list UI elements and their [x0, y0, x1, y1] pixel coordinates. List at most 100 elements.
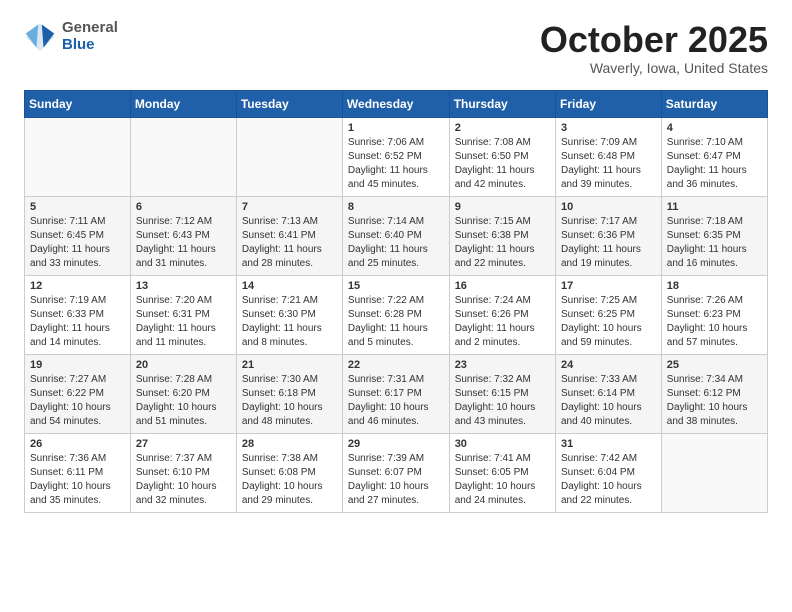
day-detail: Sunrise: 7:28 AM Sunset: 6:20 PM Dayligh…: [136, 373, 231, 429]
day-number: 2: [455, 122, 550, 134]
table-row: 8 Sunrise: 7:14 AM Sunset: 6:40 PM Daylig…: [342, 196, 449, 275]
day-detail: Sunrise: 7:30 AM Sunset: 6:18 PM Dayligh…: [242, 373, 337, 429]
table-row: 29 Sunrise: 7:39 AM Sunset: 6:07 PM Dayli…: [342, 433, 449, 512]
header-saturday: Saturday: [661, 90, 767, 117]
table-row: 2 Sunrise: 7:08 AM Sunset: 6:50 PM Daylig…: [449, 117, 555, 196]
table-row: 11 Sunrise: 7:18 AM Sunset: 6:35 PM Dayli…: [661, 196, 767, 275]
table-row: 19Sunrise: 7:27 AM Sunset: 6:22 PM Dayli…: [25, 354, 131, 433]
table-row: 22 Sunrise: 7:31 AM Sunset: 6:17 PM Dayli…: [342, 354, 449, 433]
day-number: 15: [348, 280, 444, 292]
day-detail: Sunrise: 7:06 AM Sunset: 6:52 PM Dayligh…: [348, 136, 444, 192]
table-row: 7 Sunrise: 7:13 AM Sunset: 6:41 PM Daylig…: [236, 196, 342, 275]
table-row: 28 Sunrise: 7:38 AM Sunset: 6:08 PM Dayli…: [236, 433, 342, 512]
calendar-week-row: 5 Sunrise: 7:11 AM Sunset: 6:45 PM Daylig…: [25, 196, 768, 275]
table-row: 25Sunrise: 7:34 AM Sunset: 6:12 PM Dayli…: [661, 354, 767, 433]
day-number: 6: [136, 201, 231, 213]
day-detail: Sunrise: 7:39 AM Sunset: 6:07 PM Dayligh…: [348, 452, 444, 508]
day-detail: Sunrise: 7:31 AM Sunset: 6:17 PM Dayligh…: [348, 373, 444, 429]
day-number: 28: [242, 438, 337, 450]
calendar-week-row: 19Sunrise: 7:27 AM Sunset: 6:22 PM Dayli…: [25, 354, 768, 433]
logo: General Blue: [24, 20, 118, 53]
table-row: 24 Sunrise: 7:33 AM Sunset: 6:14 PM Dayli…: [555, 354, 661, 433]
day-number: 5: [30, 201, 125, 213]
table-row: 23 Sunrise: 7:32 AM Sunset: 6:15 PM Dayli…: [449, 354, 555, 433]
day-detail: Sunrise: 7:20 AM Sunset: 6:31 PM Dayligh…: [136, 294, 231, 350]
header: General Blue October 2025 Waverly, Iowa,…: [24, 20, 768, 76]
day-number: 18: [667, 280, 762, 292]
day-number: 13: [136, 280, 231, 292]
logo-blue: Blue: [62, 37, 118, 54]
calendar-week-row: 26 Sunrise: 7:36 AM Sunset: 6:11 PM Dayli…: [25, 433, 768, 512]
day-number: 4: [667, 122, 762, 134]
table-row: 4 Sunrise: 7:10 AM Sunset: 6:47 PM Daylig…: [661, 117, 767, 196]
day-detail: Sunrise: 7:38 AM Sunset: 6:08 PM Dayligh…: [242, 452, 337, 508]
table-row: 30Sunrise: 7:41 AM Sunset: 6:05 PM Dayli…: [449, 433, 555, 512]
table-row: 13 Sunrise: 7:20 AM Sunset: 6:31 PM Dayli…: [130, 275, 236, 354]
table-row: 21 Sunrise: 7:30 AM Sunset: 6:18 PM Dayli…: [236, 354, 342, 433]
day-detail: Sunrise: 7:22 AM Sunset: 6:28 PM Dayligh…: [348, 294, 444, 350]
header-monday: Monday: [130, 90, 236, 117]
table-row: 20 Sunrise: 7:28 AM Sunset: 6:20 PM Dayli…: [130, 354, 236, 433]
day-number: 17: [561, 280, 656, 292]
table-row: 18Sunrise: 7:26 AM Sunset: 6:23 PM Dayli…: [661, 275, 767, 354]
day-detail: Sunrise: 7:12 AM Sunset: 6:43 PM Dayligh…: [136, 215, 231, 271]
day-number: 12: [30, 280, 125, 292]
day-number: 29: [348, 438, 444, 450]
header-sunday: Sunday: [25, 90, 131, 117]
day-detail: Sunrise: 7:11 AM Sunset: 6:45 PM Dayligh…: [30, 215, 125, 271]
day-number: 7: [242, 201, 337, 213]
day-detail: Sunrise: 7:14 AM Sunset: 6:40 PM Dayligh…: [348, 215, 444, 271]
day-number: 9: [455, 201, 550, 213]
day-detail: Sunrise: 7:42 AM Sunset: 6:04 PM Dayligh…: [561, 452, 656, 508]
month-title: October 2025: [540, 20, 768, 60]
day-detail: Sunrise: 7:13 AM Sunset: 6:41 PM Dayligh…: [242, 215, 337, 271]
calendar-table: Sunday Monday Tuesday Wednesday Thursday…: [24, 90, 768, 513]
day-number: 11: [667, 201, 762, 213]
table-row: 15 Sunrise: 7:22 AM Sunset: 6:28 PM Dayli…: [342, 275, 449, 354]
table-row: 6 Sunrise: 7:12 AM Sunset: 6:43 PM Daylig…: [130, 196, 236, 275]
day-number: 20: [136, 359, 231, 371]
table-row: [236, 117, 342, 196]
day-detail: Sunrise: 7:21 AM Sunset: 6:30 PM Dayligh…: [242, 294, 337, 350]
day-detail: Sunrise: 7:09 AM Sunset: 6:48 PM Dayligh…: [561, 136, 656, 192]
day-detail: Sunrise: 7:18 AM Sunset: 6:35 PM Dayligh…: [667, 215, 762, 271]
day-number: 1: [348, 122, 444, 134]
day-detail: Sunrise: 7:10 AM Sunset: 6:47 PM Dayligh…: [667, 136, 762, 192]
day-number: 22: [348, 359, 444, 371]
table-row: [661, 433, 767, 512]
day-detail: Sunrise: 7:37 AM Sunset: 6:10 PM Dayligh…: [136, 452, 231, 508]
day-detail: Sunrise: 7:24 AM Sunset: 6:26 PM Dayligh…: [455, 294, 550, 350]
table-row: 12 Sunrise: 7:19 AM Sunset: 6:33 PM Dayli…: [25, 275, 131, 354]
weekday-header-row: Sunday Monday Tuesday Wednesday Thursday…: [25, 90, 768, 117]
header-thursday: Thursday: [449, 90, 555, 117]
day-detail: Sunrise: 7:36 AM Sunset: 6:11 PM Dayligh…: [30, 452, 125, 508]
day-number: 10: [561, 201, 656, 213]
day-number: 23: [455, 359, 550, 371]
day-number: 27: [136, 438, 231, 450]
day-number: 14: [242, 280, 337, 292]
header-friday: Friday: [555, 90, 661, 117]
day-detail: Sunrise: 7:19 AM Sunset: 6:33 PM Dayligh…: [30, 294, 125, 350]
table-row: 3 Sunrise: 7:09 AM Sunset: 6:48 PM Daylig…: [555, 117, 661, 196]
day-detail: Sunrise: 7:27 AM Sunset: 6:22 PM Dayligh…: [30, 373, 125, 429]
table-row: 27 Sunrise: 7:37 AM Sunset: 6:10 PM Dayli…: [130, 433, 236, 512]
table-row: 9Sunrise: 7:15 AM Sunset: 6:38 PM Daylig…: [449, 196, 555, 275]
table-row: [25, 117, 131, 196]
title-block: October 2025 Waverly, Iowa, United State…: [540, 20, 768, 76]
table-row: 1 Sunrise: 7:06 AM Sunset: 6:52 PM Daylig…: [342, 117, 449, 196]
day-number: 3: [561, 122, 656, 134]
calendar-week-row: 1 Sunrise: 7:06 AM Sunset: 6:52 PM Daylig…: [25, 117, 768, 196]
day-detail: Sunrise: 7:08 AM Sunset: 6:50 PM Dayligh…: [455, 136, 550, 192]
logo-text: General Blue: [62, 20, 118, 53]
day-number: 24: [561, 359, 656, 371]
day-detail: Sunrise: 7:25 AM Sunset: 6:25 PM Dayligh…: [561, 294, 656, 350]
table-row: 31Sunrise: 7:42 AM Sunset: 6:04 PM Dayli…: [555, 433, 661, 512]
table-row: 26 Sunrise: 7:36 AM Sunset: 6:11 PM Dayli…: [25, 433, 131, 512]
day-number: 21: [242, 359, 337, 371]
day-detail: Sunrise: 7:32 AM Sunset: 6:15 PM Dayligh…: [455, 373, 550, 429]
day-number: 26: [30, 438, 125, 450]
day-detail: Sunrise: 7:33 AM Sunset: 6:14 PM Dayligh…: [561, 373, 656, 429]
day-number: 8: [348, 201, 444, 213]
table-row: 14 Sunrise: 7:21 AM Sunset: 6:30 PM Dayli…: [236, 275, 342, 354]
table-row: [130, 117, 236, 196]
